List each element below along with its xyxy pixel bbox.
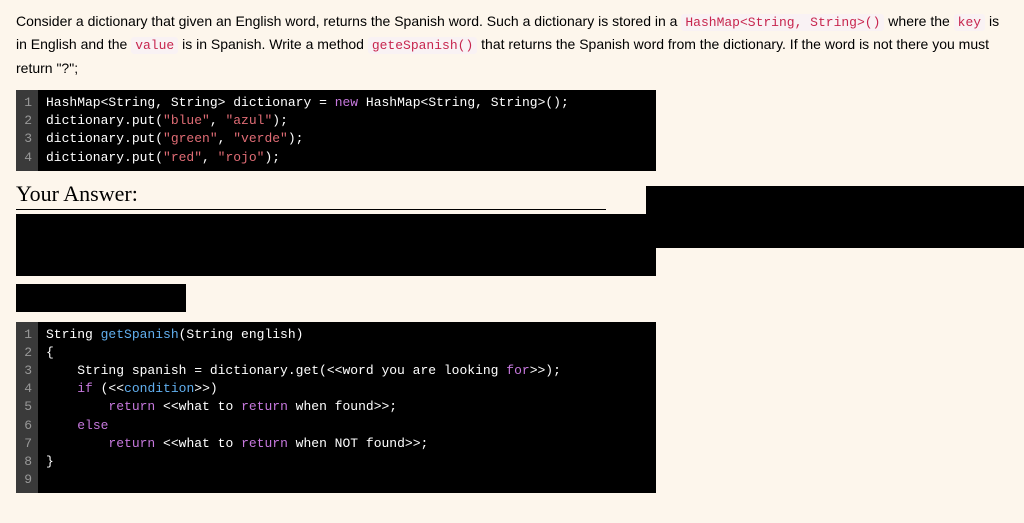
code-line: } bbox=[46, 453, 648, 471]
inline-code: HashMap<String, String>() bbox=[681, 14, 884, 31]
code-line: { bbox=[46, 344, 648, 362]
inline-code: value bbox=[131, 37, 178, 54]
code-line bbox=[46, 471, 648, 489]
code-line: return <<what to return when found>>; bbox=[46, 398, 648, 416]
line-number: 1 bbox=[22, 326, 32, 344]
question-text: Consider a dictionary that given an Engl… bbox=[16, 10, 1008, 80]
line-number: 4 bbox=[22, 149, 32, 167]
code-line: dictionary.put("blue", "azul"); bbox=[46, 112, 648, 130]
redacted-block-main bbox=[16, 214, 656, 276]
line-number: 3 bbox=[22, 130, 32, 148]
inline-code: geteSpanish() bbox=[368, 37, 477, 54]
line-number: 2 bbox=[22, 344, 32, 362]
code-line: HashMap<String, String> dictionary = new… bbox=[46, 94, 648, 112]
redacted-block-small bbox=[16, 284, 186, 312]
line-number: 5 bbox=[22, 398, 32, 416]
code-line: else bbox=[46, 417, 648, 435]
line-number: 6 bbox=[22, 417, 32, 435]
code-line: return <<what to return when NOT found>>… bbox=[46, 435, 648, 453]
line-number: 8 bbox=[22, 453, 32, 471]
inline-code: key bbox=[954, 14, 985, 31]
line-number: 7 bbox=[22, 435, 32, 453]
answer-underline bbox=[16, 209, 606, 210]
code-block-setup: 1234 HashMap<String, String> dictionary … bbox=[16, 90, 656, 171]
line-number: 4 bbox=[22, 380, 32, 398]
code-line: dictionary.put("red", "rojo"); bbox=[46, 149, 648, 167]
code-line: String spanish = dictionary.get(<<word y… bbox=[46, 362, 648, 380]
code-block-template: 123456789 String getSpanish(String engli… bbox=[16, 322, 656, 494]
redacted-block-right bbox=[646, 186, 1024, 248]
line-number: 9 bbox=[22, 471, 32, 489]
code-line: dictionary.put("green", "verde"); bbox=[46, 130, 648, 148]
line-number: 3 bbox=[22, 362, 32, 380]
code-line: String getSpanish(String english) bbox=[46, 326, 648, 344]
line-number: 1 bbox=[22, 94, 32, 112]
line-number: 2 bbox=[22, 112, 32, 130]
code-line: if (<<condition>>) bbox=[46, 380, 648, 398]
